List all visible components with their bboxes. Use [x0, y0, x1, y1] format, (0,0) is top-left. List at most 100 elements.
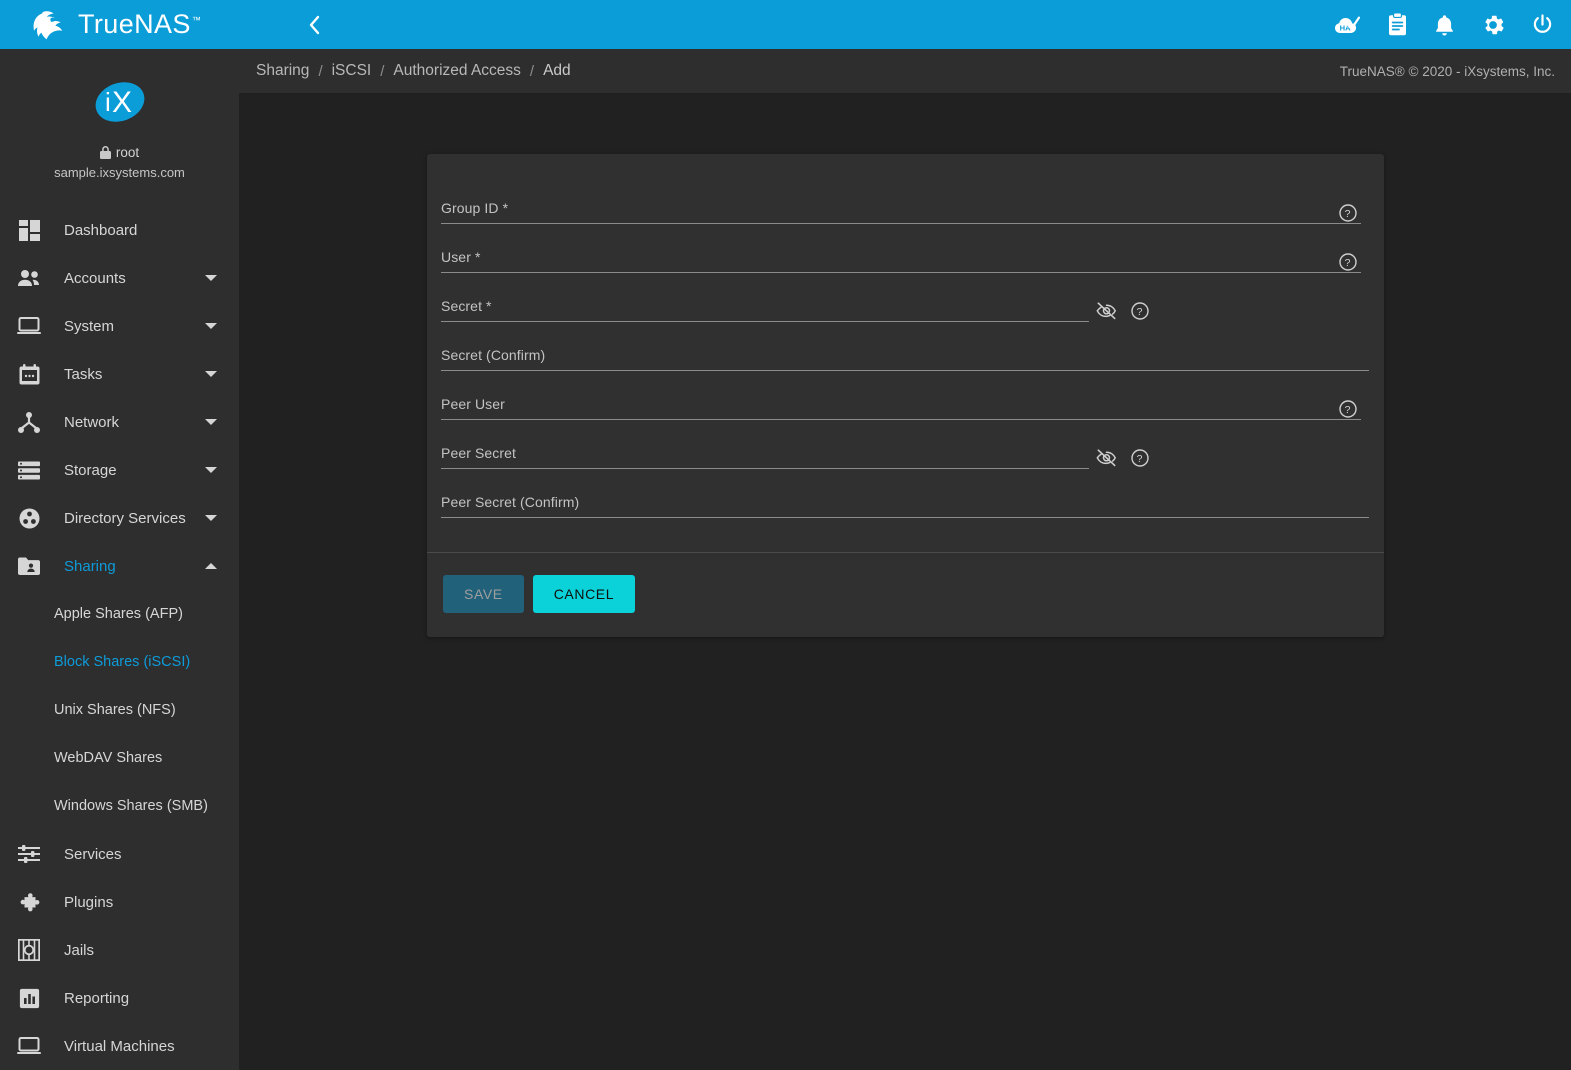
power-icon[interactable] [1532, 14, 1553, 35]
sidebar-item-system[interactable]: System [0, 302, 239, 350]
sidebar-item-virtual-machines[interactable]: Virtual Machines [0, 1022, 239, 1070]
help-icon[interactable]: ? [1339, 204, 1357, 222]
svg-text:X: X [112, 86, 132, 119]
cancel-button[interactable]: CANCEL [532, 575, 636, 613]
svg-text:i: i [105, 87, 111, 117]
sidebar-item-plugins[interactable]: Plugins [0, 878, 239, 926]
ha-status-icon[interactable]: HA [1334, 14, 1360, 36]
peer-user-input[interactable] [441, 395, 1341, 417]
sidebar-item-label: Tasks [64, 365, 103, 383]
services-sliders-icon [14, 842, 44, 866]
breadcrumb-item-authorized-access[interactable]: Authorized Access [384, 62, 530, 80]
sidebar-item-accounts[interactable]: Accounts [0, 254, 239, 302]
svg-text:?: ? [1345, 208, 1351, 220]
sidebar-item-label: Virtual Machines [64, 1037, 175, 1055]
brand-title: TrueNAS™ [78, 9, 201, 40]
notifications-bell-icon[interactable] [1435, 14, 1454, 36]
svg-text:?: ? [1345, 404, 1351, 416]
sidebar-subitem-apple-shares-afp[interactable]: Apple Shares (AFP) [0, 590, 239, 638]
truenas-app-window: TrueNAS™ i X root sample.ixsystems.com D… [0, 0, 1571, 1070]
user-input[interactable] [441, 248, 1341, 270]
brand-name: TrueNAS [78, 9, 191, 39]
task-manager-clipboard-icon[interactable] [1388, 13, 1407, 36]
field-underline [441, 370, 1369, 371]
secret-input[interactable] [441, 297, 1071, 319]
field-underline [441, 272, 1361, 273]
chevron-down-icon[interactable] [205, 467, 217, 473]
chevron-down-icon[interactable] [205, 515, 217, 521]
top-toolbar: HA [239, 0, 1571, 49]
brand-trademark: ™ [191, 15, 202, 25]
sidebar-item-label: Directory Services [64, 509, 186, 527]
settings-gear-icon[interactable] [1482, 14, 1504, 36]
field-underline [441, 468, 1089, 469]
chevron-down-icon[interactable] [205, 419, 217, 425]
sidebar-item-storage[interactable]: Storage [0, 446, 239, 494]
sidebar-item-label: Jails [64, 941, 95, 959]
sidebar-item-sharing[interactable]: Sharing [0, 542, 239, 590]
breadcrumb-item-sharing[interactable]: Sharing [247, 62, 318, 80]
sidebar-item-services[interactable]: Services [0, 830, 239, 878]
sidebar-item-label: Storage [64, 461, 117, 479]
field-user: User * ? [441, 231, 1370, 280]
storage-icon [14, 458, 44, 482]
sidebar-item-label: Services [64, 845, 122, 863]
sidebar-item-label: Dashboard [64, 221, 138, 239]
help-icon[interactable]: ? [1131, 449, 1149, 467]
sidebar-subitem-webdav-shares[interactable]: WebDAV Shares [0, 734, 239, 782]
sidebar-item-reporting[interactable]: Reporting [0, 974, 239, 1022]
sidebar-item-label: Reporting [64, 989, 130, 1007]
breadcrumb-item-add[interactable]: Add [534, 62, 580, 80]
sidebar-item-jails[interactable]: Jails [0, 926, 239, 974]
plugins-puzzle-icon [14, 890, 44, 914]
group-id-input[interactable] [441, 199, 1341, 221]
field-peer-user: Peer User ? [441, 378, 1370, 427]
authorized-access-form-card: Group ID * ? User * ? Secret * ? Secret … [427, 154, 1384, 637]
chevron-up-icon[interactable] [205, 563, 217, 569]
chevron-down-icon[interactable] [205, 323, 217, 329]
sidebar-subitem-windows-shares-smb[interactable]: Windows Shares (SMB) [0, 782, 239, 830]
virtual-machines-icon [14, 1034, 44, 1058]
chevron-down-icon[interactable] [205, 275, 217, 281]
brand-header[interactable]: TrueNAS™ [0, 0, 239, 49]
breadcrumb-bar: Sharing / iSCSI / Authorized Access / Ad… [239, 49, 1571, 93]
help-icon[interactable]: ? [1131, 302, 1149, 320]
svg-text:?: ? [1137, 453, 1143, 465]
field-peer-secret: Peer Secret ? [441, 427, 1370, 476]
field-adornments: ? [1096, 449, 1149, 467]
help-icon[interactable]: ? [1339, 400, 1357, 418]
field-adornments: ? [1096, 302, 1149, 320]
secret-confirm-input[interactable] [441, 346, 1361, 368]
peer-secret-input[interactable] [441, 444, 1071, 466]
dashboard-icon [14, 218, 44, 242]
directory-services-icon [14, 506, 44, 530]
sidebar-nav: Dashboard Accounts System Tasks Network … [0, 206, 239, 1070]
breadcrumb-item-iscsi[interactable]: iSCSI [323, 62, 381, 80]
sidebar-subitem-unix-shares-nfs[interactable]: Unix Shares (NFS) [0, 686, 239, 734]
hamburger-menu-icon[interactable] [263, 17, 285, 33]
sidebar-item-tasks[interactable]: Tasks [0, 350, 239, 398]
peer-secret-confirm-input[interactable] [441, 493, 1361, 515]
sidebar-item-network[interactable]: Network [0, 398, 239, 446]
field-adornments: ? [1339, 400, 1357, 418]
lock-icon [99, 146, 111, 159]
sidebar-item-dashboard[interactable]: Dashboard [0, 206, 239, 254]
help-icon[interactable]: ? [1339, 253, 1357, 271]
toolbar-left-group [263, 15, 321, 35]
ix-avatar-icon: i X [95, 82, 144, 122]
sidebar-subitem-block-shares-iscsi[interactable]: Block Shares (iSCSI) [0, 638, 239, 686]
save-button[interactable]: SAVE [443, 575, 524, 613]
chevron-down-icon[interactable] [205, 371, 217, 377]
user-name: root [115, 145, 140, 160]
sidebar-item-directory-services[interactable]: Directory Services [0, 494, 239, 542]
form-fields: Group ID * ? User * ? Secret * ? Secret … [427, 154, 1384, 531]
sidebar-subitem-label: WebDAV Shares [54, 750, 163, 766]
sidebar-subitem-label: Windows Shares (SMB) [54, 798, 208, 814]
visibility-off-icon[interactable] [1096, 302, 1117, 320]
toolbar-right-group: HA [1334, 13, 1553, 36]
field-underline [441, 517, 1369, 518]
chevron-left-icon[interactable] [307, 15, 321, 35]
reporting-chart-icon [14, 986, 44, 1010]
visibility-off-icon[interactable] [1096, 449, 1117, 467]
copyright-text: TrueNAS® © 2020 - iXsystems, Inc. [1339, 63, 1555, 79]
